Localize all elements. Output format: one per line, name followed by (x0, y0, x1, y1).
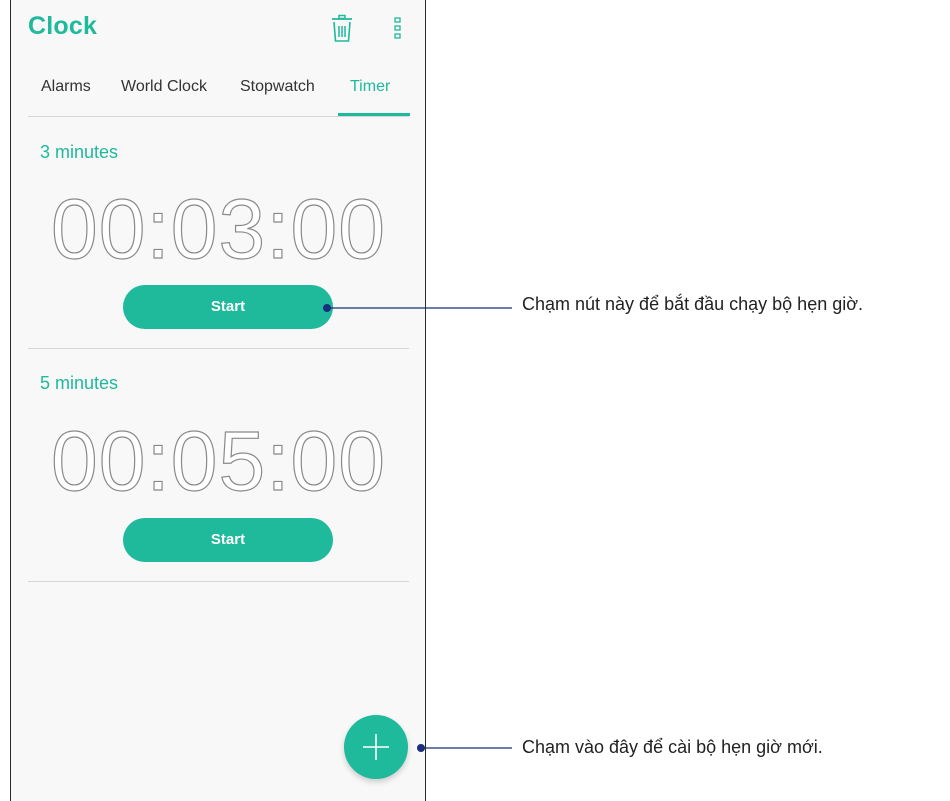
callout-add-text: Chạm vào đây để cài bộ hẹn giờ mới. (522, 737, 823, 757)
callout-lines (323, 304, 512, 752)
screenshot-stage: Clock Alarms World Clock Stopwatch Timer… (0, 0, 950, 801)
callout-start-text: Chạm nút này để bắt đầu chạy bộ hẹn giờ. (522, 294, 864, 314)
